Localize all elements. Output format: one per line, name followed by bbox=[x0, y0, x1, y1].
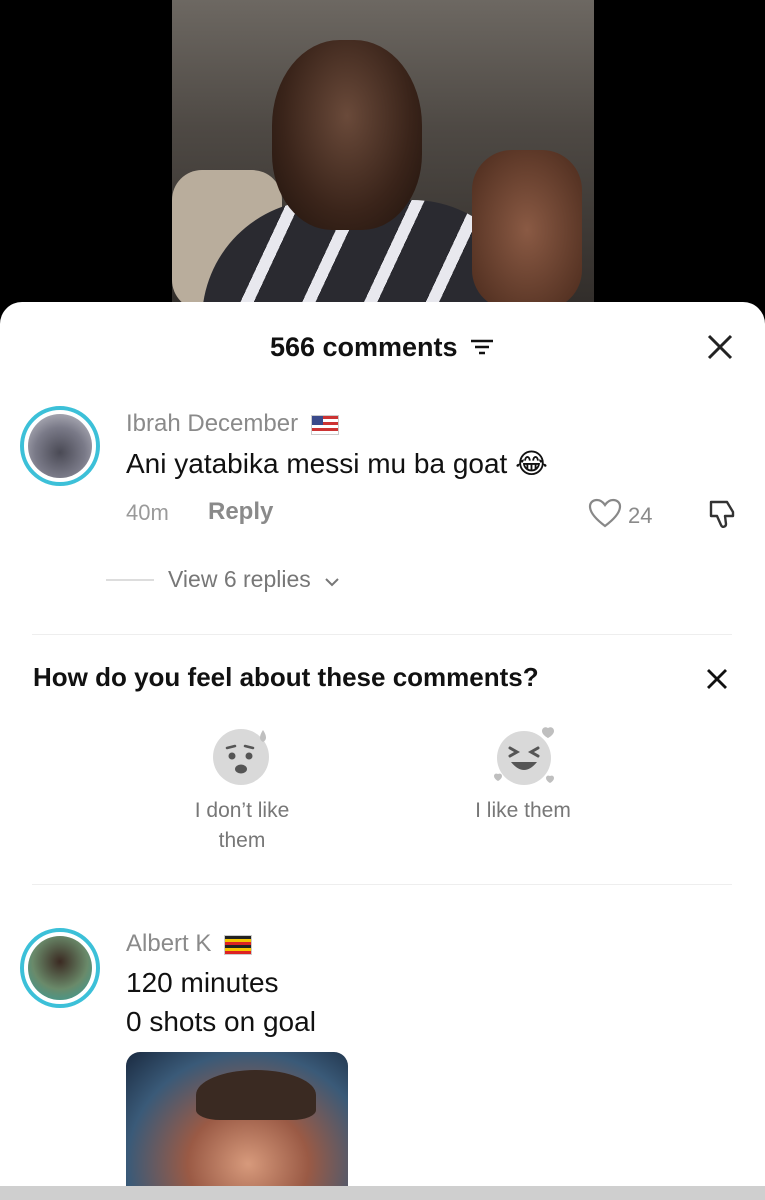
comment-username[interactable]: Albert K bbox=[126, 930, 253, 958]
option-label: I like them bbox=[475, 799, 571, 822]
option-label: I don’t like them bbox=[162, 796, 322, 856]
avatar[interactable] bbox=[20, 406, 100, 486]
username-text: Ibrah December bbox=[126, 410, 299, 437]
person-head bbox=[272, 40, 422, 230]
view-replies-button[interactable]: View 6 replies bbox=[106, 566, 339, 593]
chevron-down-icon bbox=[325, 566, 339, 593]
option-label-line1: I don’t like bbox=[194, 799, 290, 822]
option-label-line2: them bbox=[218, 829, 266, 852]
video-frame bbox=[172, 0, 594, 320]
image-detail bbox=[196, 1070, 316, 1120]
sheet-header: 566 comments bbox=[0, 302, 765, 392]
dislike-comments-option[interactable]: I don’t like them bbox=[162, 722, 322, 856]
divider bbox=[32, 884, 732, 885]
ug-flag-icon bbox=[224, 934, 253, 955]
laughing-face-icon bbox=[490, 722, 556, 788]
divider bbox=[32, 634, 732, 635]
like-count: 24 bbox=[628, 503, 653, 528]
heart-icon bbox=[588, 498, 622, 534]
username-text: Albert K bbox=[126, 930, 212, 957]
comment-text-line1: 120 minutes bbox=[126, 967, 279, 998]
comment-text-line2: 0 shots on goal bbox=[126, 1006, 316, 1037]
comment-username[interactable]: Ibrah December bbox=[126, 410, 339, 438]
comment-image[interactable] bbox=[126, 1052, 348, 1200]
close-icon[interactable] bbox=[705, 332, 735, 362]
bottom-bar bbox=[0, 1186, 765, 1200]
reply-button[interactable]: Reply bbox=[208, 498, 273, 526]
us-flag-icon bbox=[310, 414, 339, 435]
view-replies-label: View 6 replies bbox=[168, 566, 311, 592]
close-icon[interactable] bbox=[706, 668, 728, 690]
filter-icon[interactable] bbox=[469, 333, 495, 364]
dislike-icon[interactable] bbox=[705, 498, 739, 537]
comment-time: 40m bbox=[126, 500, 169, 525]
like-comments-option[interactable]: I like them bbox=[443, 722, 603, 826]
comments-count-label: 566 comments bbox=[269, 332, 458, 362]
replies-line bbox=[106, 578, 154, 581]
sad-face-icon bbox=[209, 722, 275, 788]
comments-sheet: 566 comments Ibrah December Ani yatabika… bbox=[0, 302, 765, 1200]
feedback-title: How do you feel about these comments? bbox=[33, 662, 539, 692]
person-hand bbox=[472, 150, 582, 310]
comment-text: Ani yatabika messi mu ba goat 😂 bbox=[126, 448, 548, 479]
avatar[interactable] bbox=[20, 928, 100, 1008]
video-player[interactable] bbox=[0, 0, 765, 320]
comments-count-title: 566 comments bbox=[0, 332, 765, 364]
like-button[interactable]: 24 bbox=[588, 498, 652, 534]
